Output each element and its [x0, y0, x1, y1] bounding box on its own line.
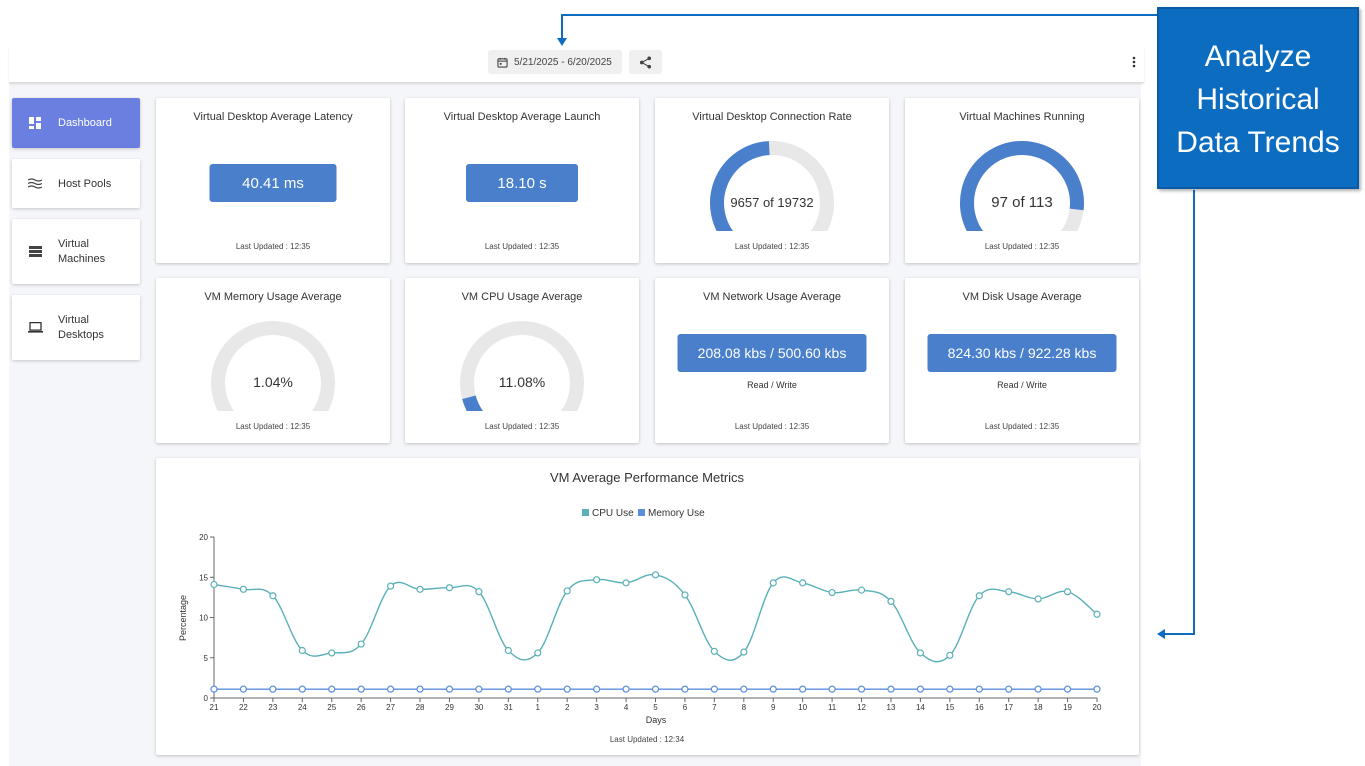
callout-line: Historical	[1196, 83, 1320, 116]
callout-line: Data Trends	[1176, 126, 1340, 159]
callout-box: Analyze Historical Data Trends	[1157, 7, 1359, 189]
callout-line: Analyze	[1204, 40, 1312, 73]
